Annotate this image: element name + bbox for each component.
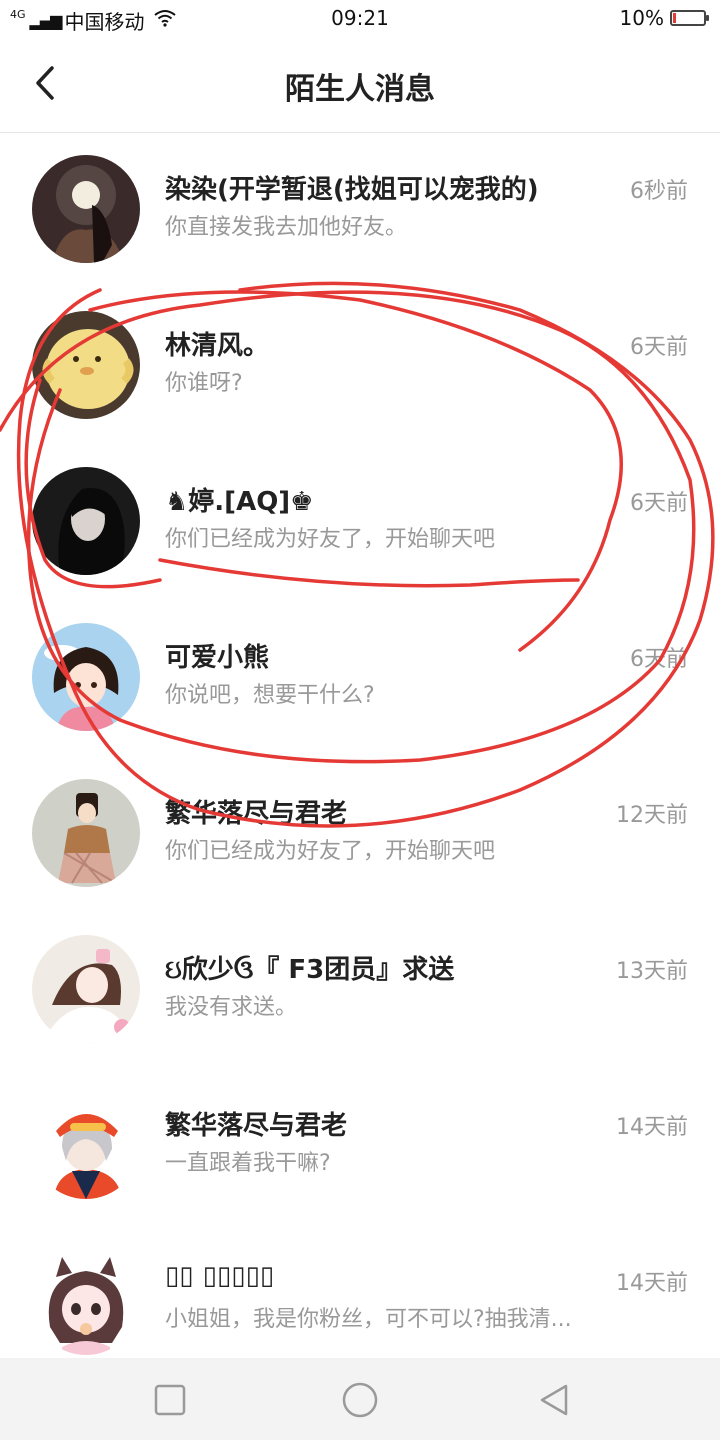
message-time: 6秒前 bbox=[630, 179, 688, 204]
back-nav-button[interactable] bbox=[532, 1378, 576, 1422]
list-item[interactable]: ♞婷.[AQ]♚ 你们已经成为好友了，开始聊天吧 6天前 bbox=[0, 445, 720, 601]
message-time: 14天前 bbox=[616, 1115, 688, 1140]
avatar bbox=[32, 1091, 140, 1199]
list-item[interactable]: 染染(开学暂退(找姐可以宠我的) 你直接发我去加他好友。 6秒前 bbox=[0, 133, 720, 289]
list-item[interactable]: 繁华落尽与君老 你们已经成为好友了，开始聊天吧 12天前 bbox=[0, 757, 720, 913]
message-time: 6天前 bbox=[630, 647, 688, 672]
message-time: 13天前 bbox=[616, 959, 688, 984]
home-button[interactable] bbox=[338, 1378, 382, 1422]
message-list: 染染(开学暂退(找姐可以宠我的) 你直接发我去加他好友。 6秒前 林清风。 你谁… bbox=[0, 133, 720, 1381]
battery-percent: 10% bbox=[619, 6, 664, 30]
message-time: 6天前 bbox=[630, 491, 688, 516]
avatar bbox=[32, 311, 140, 419]
clock: 09:21 bbox=[331, 6, 389, 30]
message-time: 6天前 bbox=[630, 335, 688, 360]
message-time: 14天前 bbox=[616, 1271, 688, 1296]
contact-name: ઇ欣少ઉ『 F3团员』求送 bbox=[165, 955, 455, 985]
message-preview: 你直接发我去加他好友。 bbox=[165, 215, 408, 240]
status-bar: 4G ▂▄▆ 中国移动 09:21 10% bbox=[0, 0, 720, 38]
contact-name: 染染(开学暂退(找姐可以宠我的) bbox=[165, 175, 539, 205]
contact-name: 繁华落尽与君老 bbox=[165, 799, 348, 829]
recents-button[interactable] bbox=[148, 1378, 192, 1422]
contact-name: 林清风。 bbox=[165, 331, 270, 361]
list-item[interactable]: ઇ欣少ઉ『 F3团员』求送 我没有求送。 13天前 bbox=[0, 913, 720, 1069]
header: 陌生人消息 bbox=[0, 38, 720, 133]
contact-name: ▯▯ ▯▯▯▯▯ bbox=[165, 1261, 275, 1291]
battery-icon bbox=[670, 10, 709, 26]
message-preview: 你们已经成为好友了，开始聊天吧 bbox=[165, 527, 496, 552]
battery-level bbox=[673, 13, 676, 23]
avatar bbox=[32, 467, 140, 575]
avatar bbox=[32, 155, 140, 263]
message-preview: 你说吧，想要干什么? bbox=[165, 683, 375, 708]
list-item[interactable]: 林清风。 你谁呀? 6天前 bbox=[0, 289, 720, 445]
status-right: 10% bbox=[619, 6, 709, 30]
list-item[interactable]: 可爱小熊 你说吧，想要干什么? 6天前 bbox=[0, 601, 720, 757]
message-preview: 一直跟着我干嘛? bbox=[165, 1151, 331, 1176]
message-preview: 你谁呀? bbox=[165, 371, 243, 396]
avatar bbox=[32, 1247, 140, 1355]
avatar bbox=[32, 935, 140, 1043]
list-item[interactable]: 繁华落尽与君老 一直跟着我干嘛? 14天前 bbox=[0, 1069, 720, 1225]
message-time: 12天前 bbox=[616, 803, 688, 828]
avatar bbox=[32, 779, 140, 887]
contact-name: 繁华落尽与君老 bbox=[165, 1111, 348, 1141]
page-title: 陌生人消息 bbox=[285, 72, 435, 107]
contact-name: 可爱小熊 bbox=[165, 643, 270, 673]
navigation-bar bbox=[0, 1358, 720, 1440]
message-preview: 你们已经成为好友了，开始聊天吧 bbox=[165, 839, 496, 864]
contact-name: ♞婷.[AQ]♚ bbox=[165, 487, 314, 517]
avatar bbox=[32, 623, 140, 731]
triangle-back-icon bbox=[540, 1384, 568, 1416]
message-preview: 小姐姐，我是你粉丝，可不可以?抽我清... bbox=[165, 1307, 572, 1332]
circle-home-icon bbox=[342, 1382, 378, 1418]
message-preview: 我没有求送。 bbox=[165, 995, 298, 1020]
square-recents-icon bbox=[154, 1384, 186, 1416]
